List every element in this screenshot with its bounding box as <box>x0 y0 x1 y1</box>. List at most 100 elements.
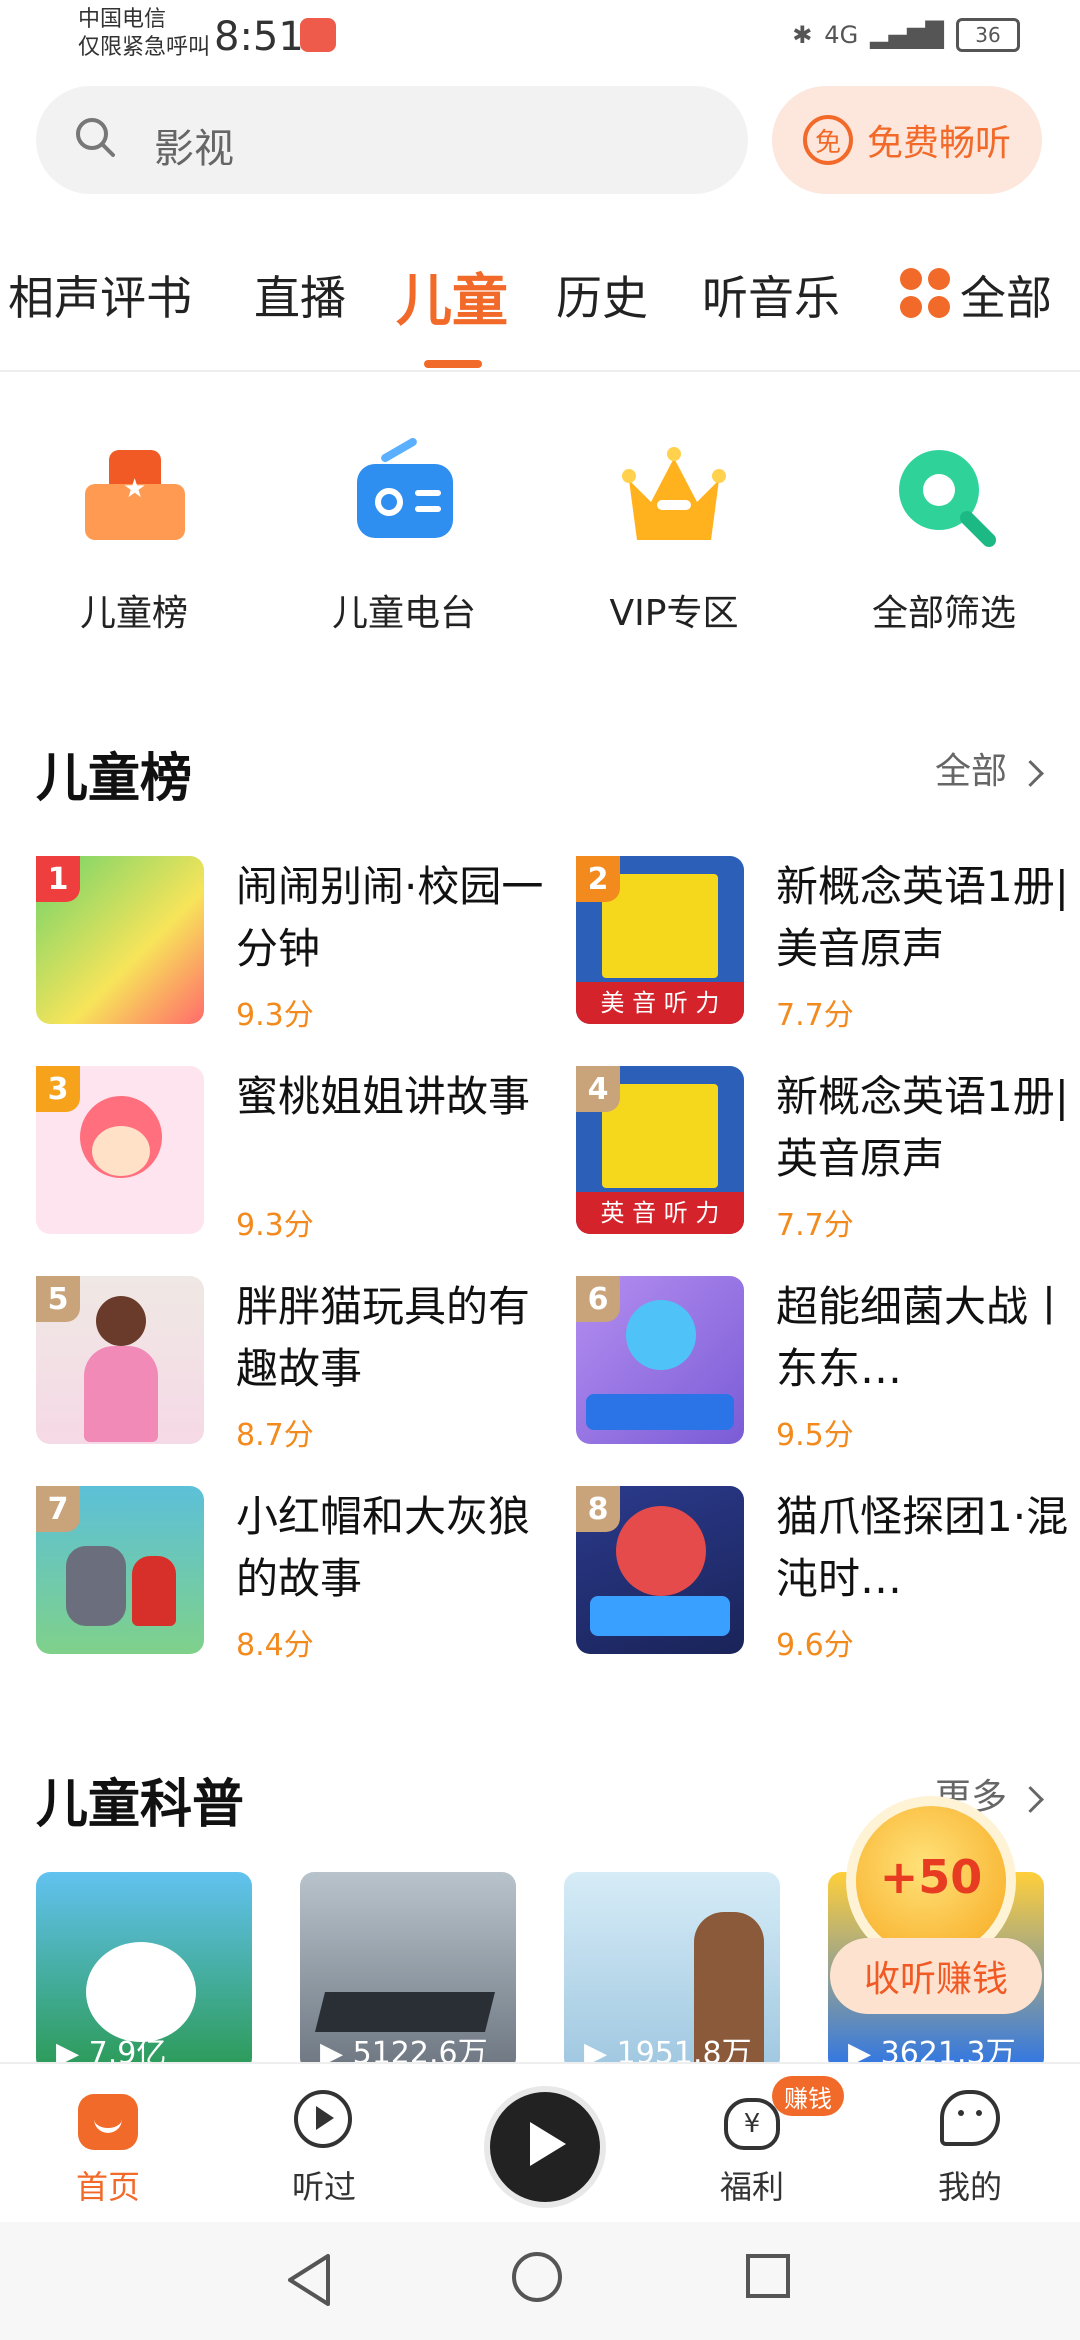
tab-all[interactable]: 全部 <box>960 262 1052 328</box>
item-score: 9.5分 <box>776 1418 854 1453</box>
item-score: 9.6分 <box>776 1628 854 1663</box>
tab-live[interactable]: 直播 <box>254 262 346 328</box>
tab-kids[interactable]: 儿童 <box>396 256 508 337</box>
now-playing-button[interactable] <box>484 2086 606 2208</box>
nav-label: 听过 <box>291 2168 356 2206</box>
battery-icon: 36 <box>956 18 1020 52</box>
rank-item[interactable]: 美 音 听 力 2 新概念英语1册|美音原声 7.7分 <box>576 856 1080 1033</box>
item-title: 新概念英语1册|英音原声 <box>776 1072 1069 1183</box>
all-categories-icon[interactable] <box>900 268 952 320</box>
divider <box>0 370 1080 372</box>
active-tab-indicator <box>424 360 482 368</box>
item-title: 闹闹别闹·校园一分钟 <box>236 862 544 973</box>
search-icon <box>76 118 115 157</box>
search-bar[interactable]: 影视 <box>36 86 748 194</box>
science-card[interactable]: ▶ 7.9亿 <box>36 1872 252 2072</box>
tab-history[interactable]: 历史 <box>556 262 648 328</box>
more-label: 全部 <box>934 751 1007 792</box>
section-title-kids-science: 儿童科普 <box>36 1775 245 1835</box>
rank-badge: 3 <box>36 1066 80 1112</box>
status-icons: ✱ 4G ▂▄▆█ 36 <box>792 18 1020 52</box>
rank-badge: 1 <box>36 856 80 902</box>
rank-item[interactable]: 8 猫爪怪探团1·混沌时… 9.6分 <box>576 1486 1080 1663</box>
rank-badge: 5 <box>36 1276 80 1322</box>
cover-caption: 美 音 听 力 <box>576 982 744 1024</box>
item-title: 猫爪怪探团1·混沌时… <box>776 1492 1069 1603</box>
nav-label: 福利 <box>719 2168 784 2206</box>
chevron-right-icon <box>1017 760 1044 787</box>
battery-level: 36 <box>975 23 1001 47</box>
rank-item[interactable]: 5 胖胖猫玩具的有趣故事 8.7分 <box>36 1276 556 1453</box>
history-play-icon <box>292 2088 356 2152</box>
radio-icon <box>349 436 459 550</box>
shortcut-filter[interactable]: 全部筛选 <box>864 440 1024 636</box>
item-score: 8.7分 <box>236 1418 314 1453</box>
science-card[interactable]: ▶ 1951.8万 <box>564 1872 780 2072</box>
nav-label: 首页 <box>75 2168 140 2206</box>
play-icon <box>530 2122 566 2166</box>
profile-icon <box>938 2088 1002 2152</box>
chevron-right-icon <box>1017 1786 1044 1813</box>
free-listen-label: 免费畅听 <box>866 123 1011 164</box>
shortcut-vip[interactable]: VIP专区 <box>594 440 754 636</box>
nav-mine[interactable]: 我的 <box>900 2088 1040 2208</box>
tab-crosstalk[interactable]: 相声评书 <box>8 262 192 328</box>
home-icon <box>76 2088 140 2152</box>
recents-icon[interactable] <box>746 2254 790 2298</box>
app-store-icon <box>300 18 336 52</box>
shortcut-label: 儿童榜 <box>79 593 188 634</box>
rank-badge: 8 <box>576 1486 620 1532</box>
carrier-info: 中国电信 仅限紧急呼叫 <box>78 6 210 62</box>
shortcut-kids-rank[interactable]: ★ 儿童榜 <box>54 440 214 636</box>
item-title: 超能细菌大战丨东东… <box>776 1282 1071 1393</box>
free-icon: 免 <box>802 115 853 165</box>
nav-listened[interactable]: 听过 <box>254 2088 394 2208</box>
status-time: 8:51 <box>214 14 304 60</box>
signal-icon: ▂▄▆█ <box>870 21 944 49</box>
crown-icon <box>619 440 729 550</box>
carrier-name: 中国电信 <box>78 7 167 32</box>
earn-badge: 赚钱 <box>772 2076 844 2116</box>
nav-label: 我的 <box>937 2168 1002 2206</box>
nav-home[interactable]: 首页 <box>38 2088 178 2208</box>
rank-badge: 7 <box>36 1486 80 1532</box>
listen-earn-button[interactable]: 收听赚钱 <box>830 1938 1042 2014</box>
rank-item[interactable]: 1 闹闹别闹·校园一分钟 9.3分 <box>36 856 556 1033</box>
item-score: 9.3分 <box>236 1208 314 1243</box>
shortcut-kids-radio[interactable]: 儿童电台 <box>324 436 484 636</box>
system-navigation <box>0 2222 1080 2340</box>
back-icon[interactable] <box>284 2252 334 2308</box>
home-circle-icon[interactable] <box>512 2252 562 2302</box>
science-card[interactable]: ▶ 5122.6万 <box>300 1872 516 2072</box>
rank-item[interactable]: 7 小红帽和大灰狼的故事 8.4分 <box>36 1486 556 1663</box>
bluetooth-icon: ✱ <box>792 21 813 49</box>
item-title: 小红帽和大灰狼的故事 <box>236 1492 531 1603</box>
reward-coin-button[interactable]: +50 <box>856 1806 1006 1956</box>
shortcut-label: VIP专区 <box>609 593 739 634</box>
item-score: 8.4分 <box>236 1628 314 1663</box>
filter-search-icon <box>889 440 999 550</box>
network-type: 4G <box>824 21 859 49</box>
search-placeholder: 影视 <box>154 126 234 172</box>
shortcut-label: 全部筛选 <box>871 593 1016 634</box>
rank-badge: 6 <box>576 1276 620 1322</box>
item-score: 7.7分 <box>776 998 854 1033</box>
reward-amount: +50 <box>879 1850 983 1904</box>
rank-badge: 2 <box>576 856 620 902</box>
tab-music[interactable]: 听音乐 <box>702 262 840 328</box>
rank-badge: 4 <box>576 1066 620 1112</box>
carrier-status: 仅限紧急呼叫 <box>78 35 211 60</box>
free-listen-button[interactable]: 免 免费畅听 <box>772 86 1042 194</box>
item-title: 胖胖猫玩具的有趣故事 <box>236 1282 531 1393</box>
item-score: 9.3分 <box>236 998 314 1033</box>
ranking-icon: ★ <box>79 440 189 550</box>
kids-rank-more-link[interactable]: 全部 <box>934 742 1044 794</box>
rank-item[interactable]: 6 超能细菌大战丨东东… 9.5分 <box>576 1276 1080 1453</box>
item-title: 新概念英语1册|美音原声 <box>776 862 1069 973</box>
item-title: 蜜桃姐姐讲故事 <box>236 1072 531 1121</box>
rank-item[interactable]: 英 音 听 力 4 新概念英语1册|英音原声 7.7分 <box>576 1066 1080 1243</box>
item-score: 7.7分 <box>776 1208 854 1243</box>
cover-caption: 英 音 听 力 <box>576 1192 744 1234</box>
shortcut-label: 儿童电台 <box>331 593 476 634</box>
rank-item[interactable]: 3 蜜桃姐姐讲故事 9.3分 <box>36 1066 556 1243</box>
